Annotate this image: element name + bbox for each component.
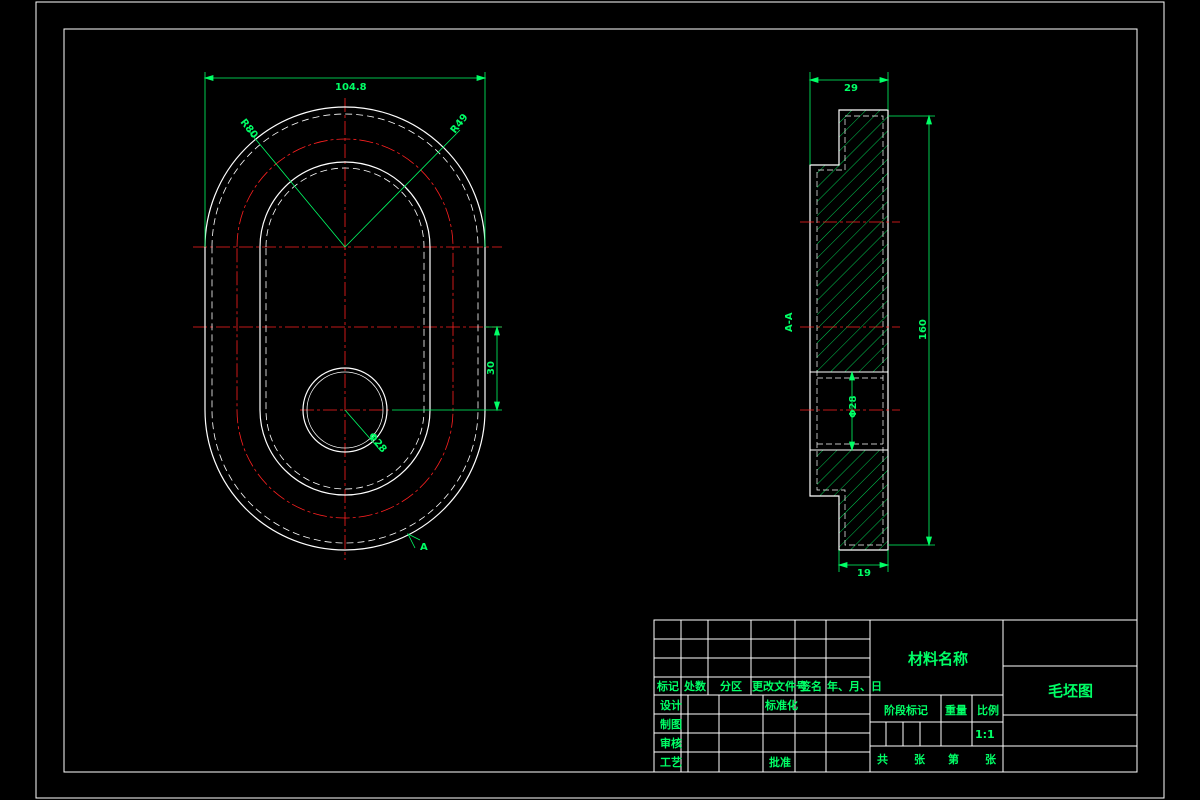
- title-block-text: 材料名称 毛坯图 标记 处数 分区 更改文件号 签名 年、月、日 设计 制图 审…: [656, 650, 1093, 769]
- sheet-unit2-label: 张: [985, 752, 997, 766]
- row-label-check: 审核: [660, 736, 682, 750]
- drawing-canvas: 104.8 R80 R49 30 Φ28 A 29 160 Φ28 19 A-A…: [35, 1, 1165, 799]
- rev-header-mark: 标记: [656, 679, 679, 693]
- section-hatch-lower: [817, 450, 888, 550]
- inner-frame: [63, 28, 1138, 773]
- dim-offset: 30: [486, 361, 497, 375]
- section-name: A-A: [784, 312, 795, 332]
- dim-height: 160: [918, 319, 929, 340]
- sheet-no-label: 第: [948, 752, 959, 766]
- front-view: 104.8 R80 R49 30 Φ28 A: [193, 72, 502, 560]
- section-marker: A: [420, 542, 428, 553]
- dim-r-outer: R80: [238, 117, 260, 141]
- scale-label: 比例: [977, 703, 999, 717]
- rev-header-zone: 分区: [720, 679, 742, 693]
- sheet-total-label: 共: [877, 752, 888, 766]
- front-centerlines: [193, 98, 502, 560]
- standardize-label: 标准化: [764, 698, 798, 712]
- drawing-title: 毛坯图: [1048, 682, 1093, 700]
- dim-bottom-width: 19: [857, 568, 871, 579]
- dim-r-inner: R49: [449, 112, 471, 136]
- scale-value: 1:1: [975, 728, 995, 741]
- rev-header-date: 年、月、日: [827, 679, 882, 693]
- dim-bore: Φ28: [848, 396, 859, 418]
- weight-label: 重量: [945, 703, 967, 717]
- dim-hole: Φ28: [366, 431, 389, 455]
- rev-header-sign: 签名: [799, 679, 822, 693]
- rev-header-doc: 更改文件号: [752, 679, 807, 693]
- dim-top-width: 29: [844, 83, 858, 94]
- row-label-draw: 制图: [660, 717, 682, 731]
- rev-header-count: 处数: [683, 679, 707, 693]
- sheet-unit-label: 张: [914, 752, 926, 766]
- approve-label: 批准: [769, 755, 791, 769]
- material-name: 材料名称: [908, 650, 968, 668]
- stage-mark-label: 阶段标记: [884, 703, 928, 717]
- dim-width: 104.8: [335, 82, 367, 93]
- front-dimensions: [203, 72, 502, 549]
- row-label-process: 工艺: [660, 755, 682, 769]
- row-label-design: 设计: [660, 698, 682, 712]
- section-hatch-upper: [817, 110, 888, 372]
- section-view: 29 160 Φ28 19 A-A: [784, 72, 935, 579]
